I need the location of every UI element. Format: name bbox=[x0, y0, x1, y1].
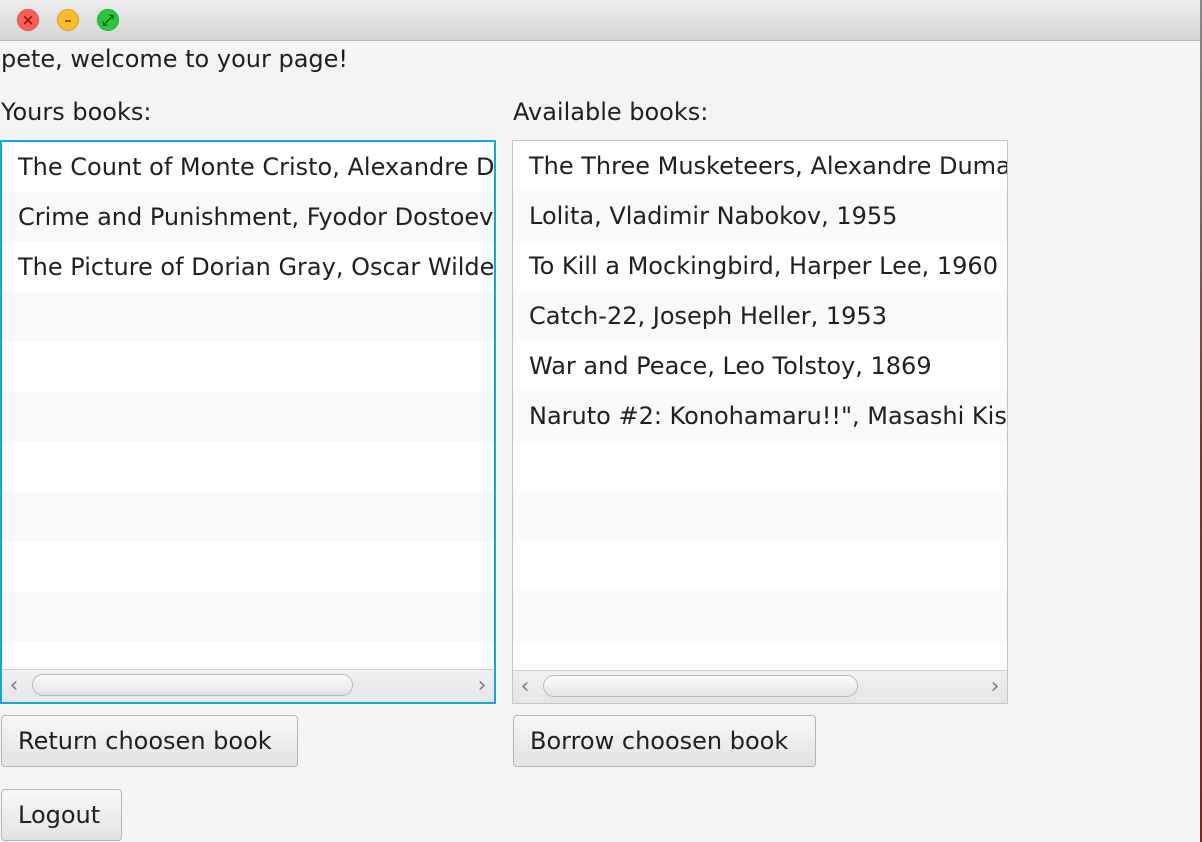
chevron-right-icon[interactable]: › bbox=[470, 670, 494, 702]
available-book-list-item[interactable]: War and Peace, Leo Tolstoy, 1869 bbox=[513, 341, 1007, 391]
available-book-list-item[interactable]: To Kill a Mockingbird, Harper Lee, 1960 bbox=[513, 241, 1007, 291]
available-book-list-item[interactable]: Naruto #2: Konohamaru!!", Masashi Kishim… bbox=[513, 391, 1007, 441]
your-books-list[interactable]: The Count of Monte Cristo, Alexandre Dum… bbox=[0, 140, 496, 704]
your-book-list-item[interactable] bbox=[2, 292, 494, 342]
available-book-list-item[interactable] bbox=[513, 441, 1007, 491]
your-book-list-item[interactable] bbox=[2, 592, 494, 642]
available-book-list-item[interactable]: The Three Musketeers, Alexandre Dumas bbox=[513, 141, 1007, 191]
logout-button[interactable]: Logout bbox=[1, 789, 122, 841]
available-books-horizontal-scrollbar[interactable]: ‹ › bbox=[513, 670, 1007, 703]
borrow-book-button[interactable]: Borrow choosen book bbox=[513, 715, 816, 767]
chevron-right-icon[interactable]: › bbox=[983, 671, 1007, 703]
available-books-list[interactable]: The Three Musketeers, Alexandre Dumas Lol… bbox=[512, 140, 1008, 704]
available-book-list-item[interactable]: Catch-22, Joseph Heller, 1953 bbox=[513, 291, 1007, 341]
available-book-list-item[interactable] bbox=[513, 541, 1007, 591]
app-window: × – ⤢ pete, welcome to your page! Yours … bbox=[0, 0, 1201, 842]
your-book-list-item[interactable]: The Count of Monte Cristo, Alexandre Dum… bbox=[2, 142, 494, 192]
close-icon[interactable]: × bbox=[17, 9, 39, 31]
your-book-list-item[interactable]: The Picture of Dorian Gray, Oscar Wilde bbox=[2, 242, 494, 292]
available-book-list-item[interactable]: Lolita, Vladimir Nabokov, 1955 bbox=[513, 191, 1007, 241]
scrollbar-thumb[interactable] bbox=[32, 674, 353, 696]
title-bar[interactable]: × – ⤢ bbox=[0, 0, 1200, 41]
your-book-list-item[interactable] bbox=[2, 442, 494, 492]
return-book-button[interactable]: Return choosen book bbox=[1, 715, 298, 767]
scrollbar-thumb[interactable] bbox=[543, 675, 858, 697]
your-book-list-item[interactable] bbox=[2, 542, 494, 592]
available-book-list-item[interactable] bbox=[513, 591, 1007, 641]
chevron-left-icon[interactable]: ‹ bbox=[2, 670, 26, 702]
minimize-icon[interactable]: – bbox=[57, 9, 79, 31]
your-book-list-item[interactable] bbox=[2, 492, 494, 542]
your-books-rows: The Count of Monte Cristo, Alexandre Dum… bbox=[2, 142, 494, 692]
your-book-list-item[interactable] bbox=[2, 342, 494, 392]
your-book-list-item[interactable] bbox=[2, 392, 494, 442]
your-books-horizontal-scrollbar[interactable]: ‹ › bbox=[2, 669, 494, 702]
your-books-label: Yours books: bbox=[1, 98, 152, 126]
available-books-rows: The Three Musketeers, Alexandre Dumas Lol… bbox=[513, 141, 1007, 691]
welcome-message: pete, welcome to your page! bbox=[1, 45, 349, 73]
available-books-label: Available books: bbox=[513, 98, 709, 126]
available-book-list-item[interactable] bbox=[513, 491, 1007, 541]
zoom-icon[interactable]: ⤢ bbox=[97, 9, 119, 31]
chevron-left-icon[interactable]: ‹ bbox=[513, 671, 537, 703]
your-book-list-item[interactable]: Crime and Punishment, Fyodor Dostoevsky bbox=[2, 192, 494, 242]
